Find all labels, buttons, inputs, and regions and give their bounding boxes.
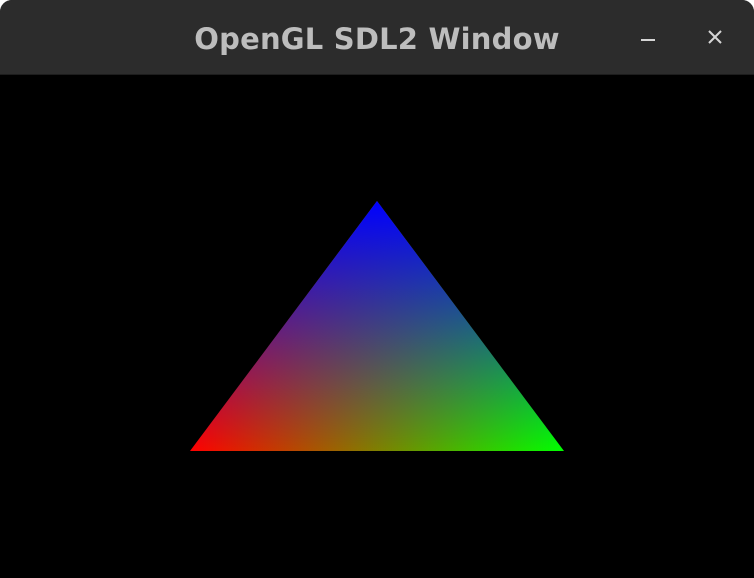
minimize-icon [641,39,655,41]
rgb-triangle [190,201,564,451]
minimize-button[interactable] [629,18,667,56]
window-title-text: OpenGL SDL2 Window [194,22,560,56]
close-icon [708,30,722,44]
close-button[interactable] [696,18,734,56]
triangle-scene [0,75,754,578]
title-bar[interactable]: OpenGL SDL2 Window [0,0,754,75]
app-window: OpenGL SDL2 Window [0,0,754,578]
opengl-canvas[interactable] [0,75,754,578]
triangle-blue-layer [190,201,564,451]
